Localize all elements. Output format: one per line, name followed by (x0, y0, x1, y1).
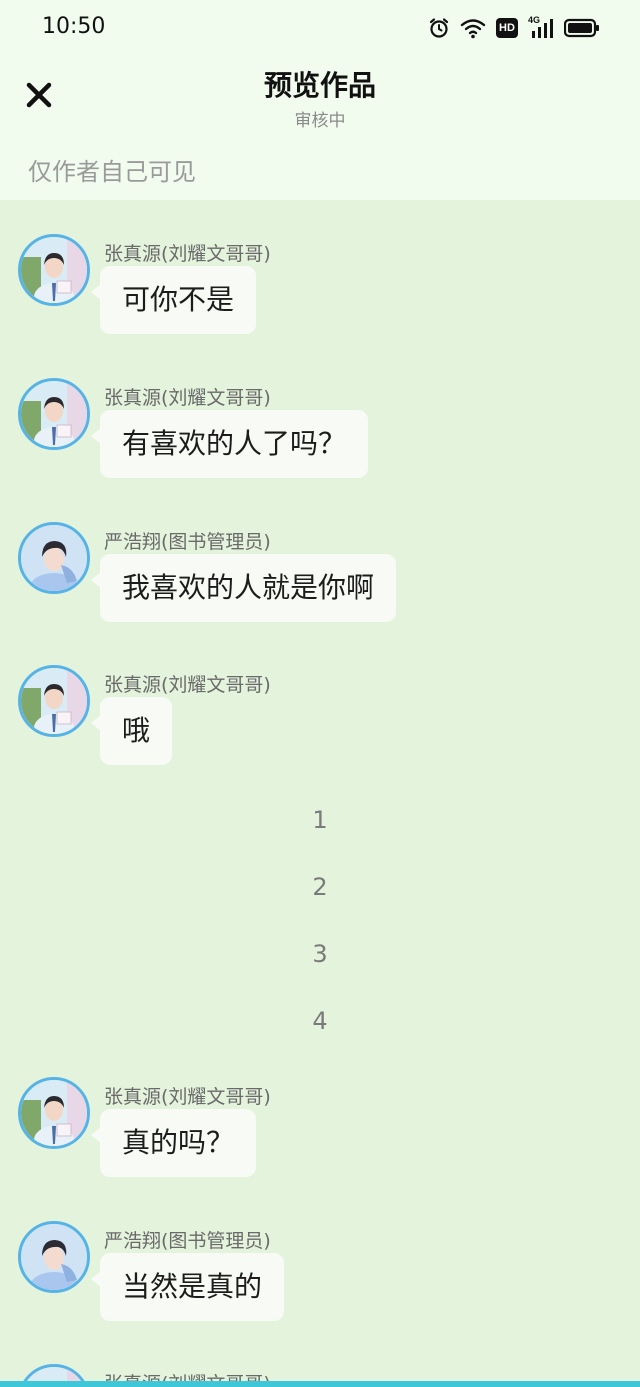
message-bubble[interactable]: 我喜欢的人就是你啊 (90, 554, 397, 622)
chat-message: 严浩翔(图书管理员) 当然是真的 (0, 1187, 640, 1321)
avatar[interactable] (18, 522, 90, 594)
sender-name: 严浩翔(图书管理员) (104, 1230, 271, 1252)
sender-name: 张真源(刘耀文哥哥) (104, 387, 271, 409)
sender-name: 张真源(刘耀文哥哥) (104, 1086, 271, 1108)
message-bubble[interactable]: 有喜欢的人了吗？ (90, 410, 369, 478)
message-bubble[interactable]: 当然是真的 (90, 1253, 285, 1321)
chat-message: 张真源(刘耀文哥哥) 可你不是 (0, 200, 640, 334)
sender-name: 张真源(刘耀文哥哥) (104, 674, 271, 696)
avatar[interactable] (18, 665, 90, 737)
hd-badge: HD (496, 18, 518, 38)
section-number: 4 (312, 1007, 328, 1035)
avatar[interactable] (18, 1077, 90, 1149)
chat-message: 张真源(刘耀文哥哥) 哦 (0, 631, 640, 765)
avatar[interactable] (18, 378, 90, 450)
section-number: 3 (312, 940, 328, 968)
chat-message: 张真源(刘耀文哥哥) (0, 1330, 640, 1387)
chat-message: 张真源(刘耀文哥哥) 真的吗？ (0, 1043, 640, 1177)
signal-icon: 4G (528, 15, 554, 39)
alarm-icon (428, 17, 450, 39)
sender-name: 张真源(刘耀文哥哥) (104, 243, 271, 265)
status-icons: HD 4G (428, 14, 600, 42)
status-bar: 10:50 HD 4G (0, 0, 640, 56)
chat-area[interactable]: 张真源(刘耀文哥哥) 可你不是 张真源(刘耀文哥哥) 有喜欢的人了吗？ 严浩翔(… (0, 200, 640, 1387)
status-time: 10:50 (42, 14, 106, 39)
section-number: 2 (312, 873, 328, 901)
bottom-strip (0, 1381, 640, 1387)
chat-message: 严浩翔(图书管理员) 我喜欢的人就是你啊 (0, 488, 640, 622)
wifi-icon (460, 17, 486, 39)
avatar[interactable] (18, 1221, 90, 1293)
visibility-note: 仅作者自己可见 (28, 158, 196, 186)
header: 预览作品 审核中 仅作者自己可见 (0, 56, 640, 200)
battery-icon (564, 18, 600, 38)
page-title: 预览作品 (263, 69, 376, 102)
message-bubble[interactable]: 真的吗？ (90, 1109, 257, 1177)
chat-message: 张真源(刘耀文哥哥) 有喜欢的人了吗？ (0, 344, 640, 478)
message-bubble[interactable]: 可你不是 (90, 266, 257, 334)
review-status: 审核中 (294, 111, 346, 131)
sender-name: 严浩翔(图书管理员) (104, 531, 271, 553)
avatar[interactable] (18, 234, 90, 306)
message-bubble[interactable]: 哦 (90, 697, 173, 765)
section-number: 1 (312, 806, 328, 834)
